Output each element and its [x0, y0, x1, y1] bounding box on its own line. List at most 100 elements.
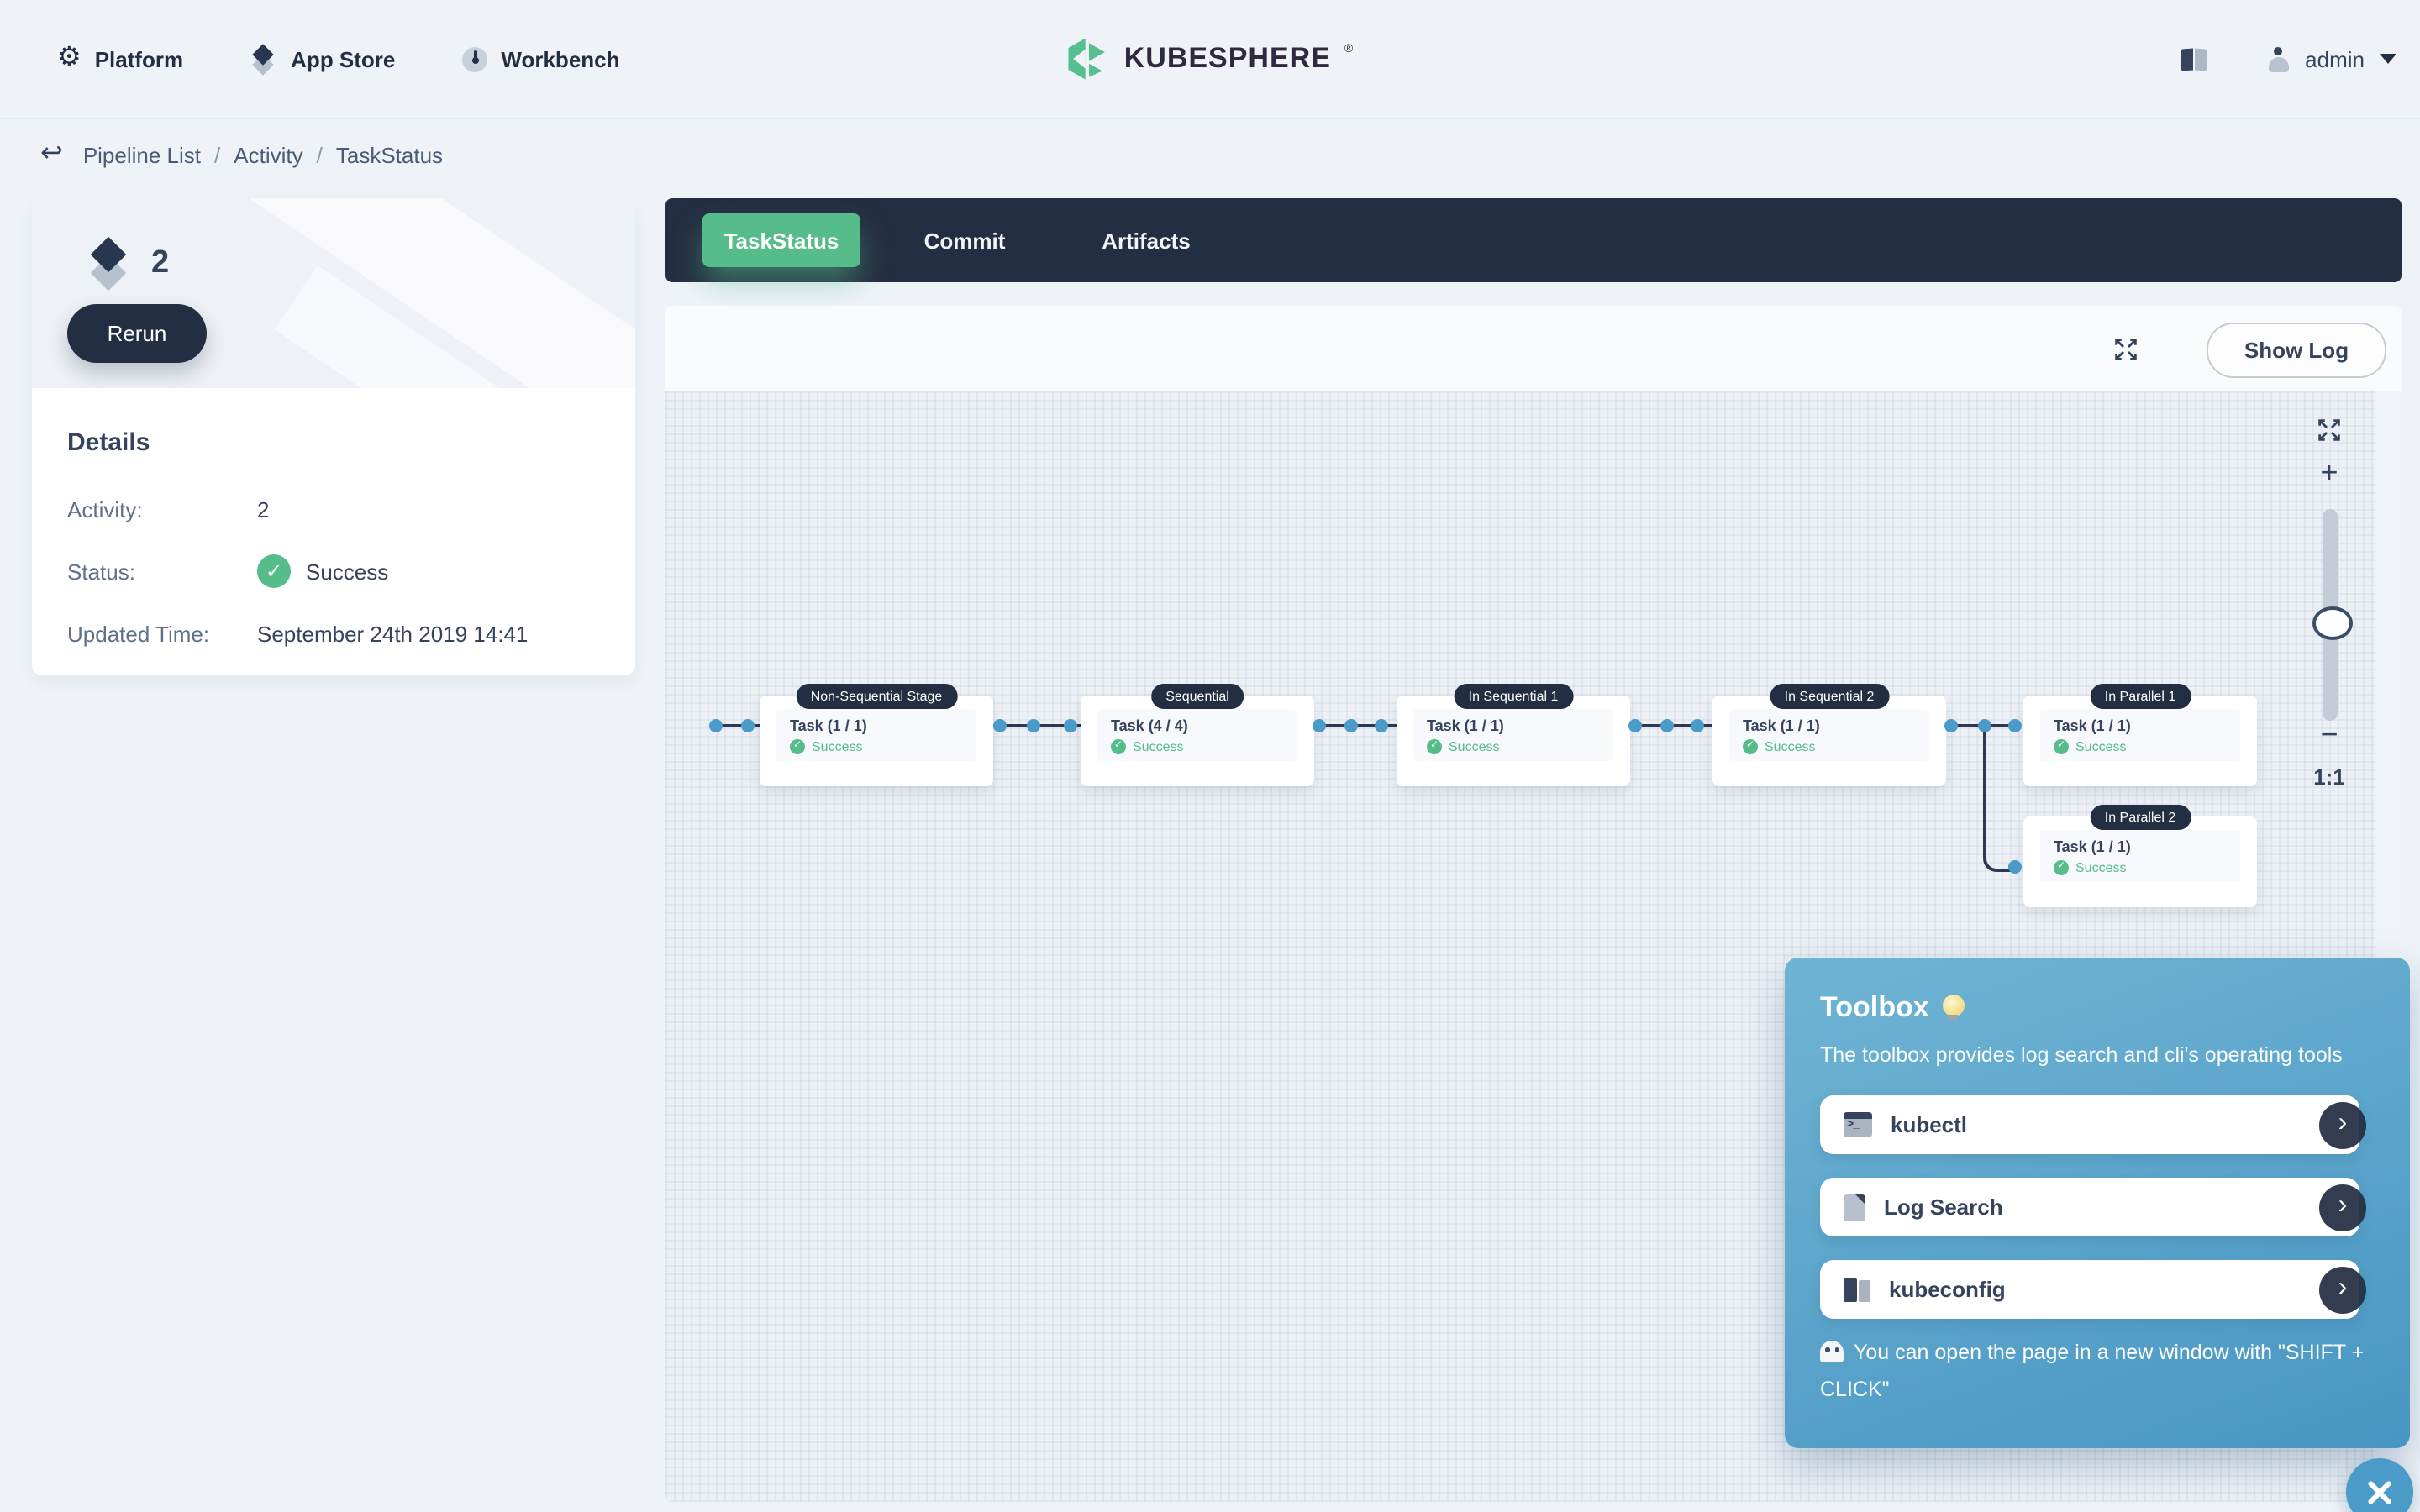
detail-row-status: Status: ✓ Success: [67, 554, 600, 588]
edge-dot: [1064, 719, 1077, 732]
kubeconfig-book-icon: [1844, 1278, 1870, 1301]
open-kubeconfig-button[interactable]: ›: [2319, 1266, 2366, 1313]
stage-label: In Parallel 1: [2090, 684, 2191, 709]
stage-card-in-parallel-1[interactable]: In Parallel 1 Task (1 / 1) ✓Success: [2023, 696, 2257, 786]
stage-card-in-sequential-2[interactable]: In Sequential 2 Task (1 / 1) ✓Success: [1712, 696, 1946, 786]
fullscreen-icon[interactable]: [2114, 338, 2138, 361]
task-item[interactable]: Task (1 / 1) ✓Success: [776, 709, 976, 761]
pipeline-icon: [87, 240, 131, 287]
stage-label: In Sequential 2: [1770, 684, 1890, 709]
breadcrumb: ↩ Pipeline List / Activity / TaskStatus: [40, 141, 443, 168]
toolbox-close-button[interactable]: [2346, 1458, 2413, 1512]
user-menu[interactable]: admin: [2266, 46, 2396, 71]
open-kubectl-button[interactable]: ›: [2319, 1101, 2366, 1148]
detail-row-activity: Activity: 2: [67, 492, 600, 526]
success-check-icon: ✓: [1743, 739, 1758, 754]
task-item[interactable]: Task (1 / 1) ✓Success: [2040, 709, 2240, 761]
toolbox-item-kubectl[interactable]: kubectl ›: [1820, 1095, 2360, 1154]
task-status-text: Success: [1765, 739, 1815, 754]
stage-label: In Sequential 1: [1454, 684, 1574, 709]
stage-label: Non-Sequential Stage: [796, 684, 958, 709]
task-status-text: Success: [2075, 739, 2126, 754]
edge-dot: [1628, 719, 1642, 732]
task-item[interactable]: Task (1 / 1) ✓ Success: [1729, 709, 1929, 761]
stage-card-in-sequential-1[interactable]: In Sequential 1 Task (1 / 1) ✓Success: [1397, 696, 1630, 786]
task-name: Task (1 / 1): [1427, 717, 1600, 736]
terminal-icon: [1844, 1112, 1872, 1137]
status-badge: Success: [306, 559, 388, 584]
breadcrumb-separator: /: [317, 142, 323, 167]
kubesphere-app: ⚙ Platform App Store Workbench KUBESPHER…: [0, 0, 2420, 1512]
detail-value: September 24th 2019 14:41: [257, 621, 528, 646]
task-name: Task (1 / 1): [2054, 717, 2227, 736]
show-log-button[interactable]: Show Log: [2207, 323, 2386, 378]
zoom-slider-handle[interactable]: [2312, 606, 2353, 640]
task-item[interactable]: Task (4 / 4) ✓Success: [1097, 709, 1297, 761]
task-status-text: Success: [2075, 860, 2126, 875]
edge-dot: [1344, 719, 1358, 732]
breadcrumb-pipeline-list[interactable]: Pipeline List: [83, 142, 201, 167]
detail-value: 2: [257, 496, 269, 522]
toolbox-item-log-search[interactable]: Log Search ›: [1820, 1178, 2360, 1236]
task-name: Task (1 / 1): [2054, 838, 2227, 857]
breadcrumb-separator: /: [214, 142, 220, 167]
back-icon[interactable]: ↩: [40, 141, 63, 168]
file-icon: [1844, 1194, 1865, 1221]
stage-card-sequential[interactable]: Sequential Task (4 / 4) ✓Success: [1081, 696, 1314, 786]
toolbox-item-kubeconfig[interactable]: kubeconfig ›: [1820, 1260, 2360, 1319]
task-status-text: Success: [1133, 739, 1183, 754]
chevron-right-icon: ›: [2338, 1110, 2348, 1137]
edge-dot: [2008, 860, 2022, 874]
chevron-right-icon: ›: [2338, 1274, 2348, 1301]
tab-taskstatus[interactable]: TaskStatus: [702, 213, 860, 267]
edge-dot: [1313, 719, 1326, 732]
stage-card-non-sequential[interactable]: Non-Sequential Stage Task (1 / 1) ✓Succe…: [760, 696, 993, 786]
toolbox-item-label: kubectl: [1891, 1112, 1967, 1137]
caret-down-icon: [2380, 54, 2396, 64]
activity-number: 2: [151, 245, 169, 282]
task-item[interactable]: Task (1 / 1) ✓ Success: [1413, 709, 1613, 761]
breadcrumb-activity[interactable]: Activity: [234, 142, 302, 167]
person-icon: [2266, 46, 2290, 71]
success-check-icon: ✓: [2054, 860, 2069, 875]
toolbox-panel: Toolbox The toolbox provides log search …: [1785, 958, 2410, 1448]
edge-dot: [993, 719, 1007, 732]
open-log-search-button[interactable]: ›: [2319, 1184, 2366, 1231]
toolbox-note: You can open the page in a new window wi…: [1820, 1334, 2385, 1408]
edge-dot: [1691, 719, 1704, 732]
docs-book-icon[interactable]: [2181, 48, 2206, 70]
zoom-in-button[interactable]: +: [2304, 455, 2354, 491]
edge-dot: [741, 719, 755, 732]
rerun-button[interactable]: Rerun: [67, 304, 207, 363]
details-section: Details Activity: 2 Status: ✓ Success Up…: [32, 388, 635, 650]
chevron-right-icon: ›: [2338, 1192, 2348, 1219]
edge-dot: [1375, 719, 1388, 732]
kubesphere-logo: KUBESPHERE ®: [0, 0, 2420, 118]
task-name: Task (1 / 1): [1743, 717, 1916, 736]
task-item[interactable]: Task (1 / 1) ✓ Success: [2040, 830, 2240, 882]
nav-right: admin: [2181, 0, 2396, 118]
edge-dot: [1978, 719, 1991, 732]
zoom-slider[interactable]: [2322, 509, 2337, 721]
logo-registered-mark: ®: [1344, 43, 1353, 55]
lightbulb-icon: [1943, 994, 1965, 1022]
toolbox-item-label: kubeconfig: [1889, 1277, 2006, 1302]
stage-card-in-parallel-2[interactable]: In Parallel 2 Task (1 / 1) ✓Success: [2023, 816, 2257, 907]
toolbox-title: Toolbox: [1820, 991, 1929, 1025]
success-check-icon: ✓: [1427, 739, 1442, 754]
task-status-text: Success: [812, 739, 862, 754]
detail-label: Status:: [67, 559, 257, 584]
fit-screen-icon[interactable]: [2317, 418, 2341, 442]
tab-commit[interactable]: Commit: [901, 198, 1028, 282]
task-name: Task (1 / 1): [790, 717, 963, 736]
zoom-out-button[interactable]: −: [2304, 717, 2354, 753]
zoom-reset-ratio[interactable]: 1:1: [2304, 764, 2354, 790]
stage-label: Sequential: [1150, 684, 1244, 709]
detail-tabs: TaskStatus Commit Artifacts: [666, 198, 2402, 282]
details-title: Details: [67, 428, 600, 457]
stage-label: In Parallel 2: [2090, 805, 2191, 830]
tab-artifacts[interactable]: Artifacts: [1082, 198, 1210, 282]
graph-toolbar: Show Log: [666, 306, 2402, 391]
task-status-text: Success: [1449, 739, 1499, 754]
ghost-icon: [1820, 1341, 1844, 1362]
